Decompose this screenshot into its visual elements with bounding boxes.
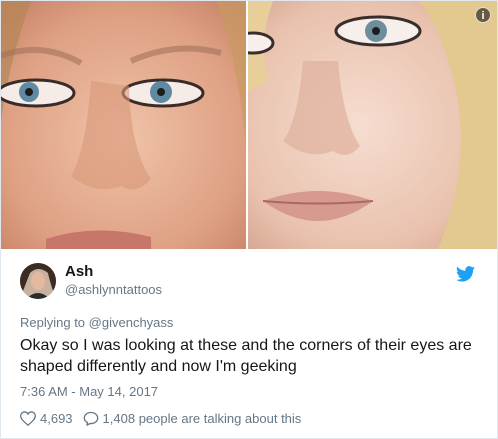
avatar[interactable] (20, 263, 56, 299)
speech-bubble-icon (83, 411, 98, 426)
heart-icon (20, 411, 36, 426)
replying-to-line: Replying to @givenchyass (20, 315, 173, 330)
tweet-timestamp[interactable]: 7:36 AM - May 14, 2017 (20, 384, 158, 399)
author-block: Ash @ashlynntattoos (65, 263, 162, 299)
like-button[interactable]: 4,693 (20, 411, 73, 426)
like-count: 4,693 (40, 411, 73, 426)
info-icon[interactable]: i (475, 7, 491, 23)
photo-left[interactable] (1, 1, 246, 249)
tweet-actions: 4,693 1,408 people are talking about thi… (20, 411, 311, 426)
replying-prefix: Replying to (20, 315, 86, 330)
replying-to-handle[interactable]: @givenchyass (89, 315, 174, 330)
conversation-count: 1,408 people are talking about this (102, 411, 302, 426)
tweet-text: Okay so I was looking at these and the c… (20, 337, 472, 375)
twitter-bird-icon[interactable] (456, 266, 475, 282)
photo-grid: i (1, 1, 497, 249)
tweet-card: i Ash @ashlynntattoos Replying to @given… (0, 0, 498, 439)
author-handle[interactable]: @ashlynntattoos (65, 281, 162, 299)
photo-right[interactable]: i (248, 1, 497, 249)
reply-conversation-button[interactable]: 1,408 people are talking about this (83, 411, 302, 426)
tweet-header: Ash @ashlynntattoos (20, 263, 162, 299)
author-name[interactable]: Ash (65, 263, 162, 281)
